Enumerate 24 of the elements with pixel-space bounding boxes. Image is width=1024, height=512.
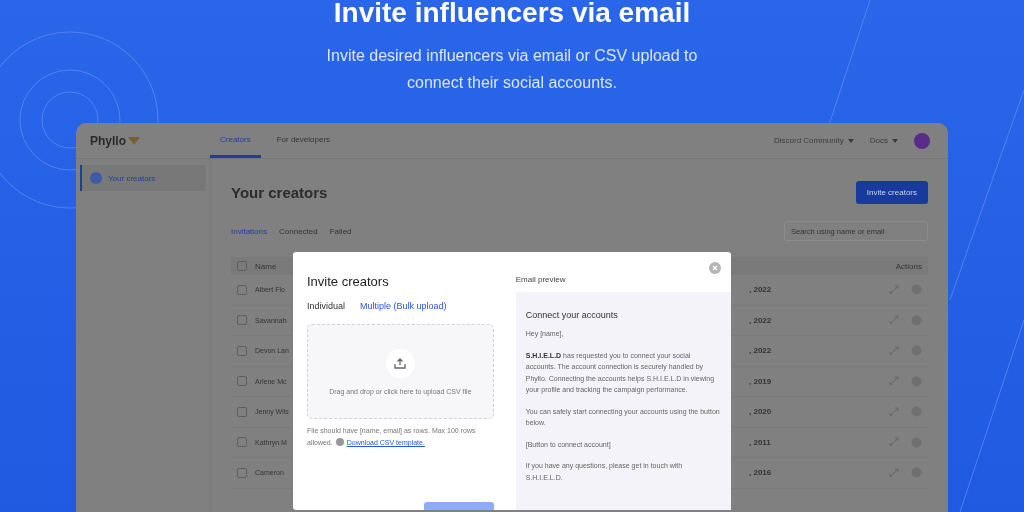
sub-tab[interactable]: Failed: [329, 226, 352, 236]
table-cell: , 2020: [749, 407, 772, 417]
table-cell: , 2011: [749, 437, 771, 447]
sub-tab[interactable]: Connected: [279, 226, 318, 236]
invite-button[interactable]: Invite creators: [855, 181, 928, 204]
table-cell: , 2016: [749, 468, 772, 478]
nav-tab[interactable]: Creators: [210, 123, 261, 158]
page-title: Your creators: [231, 184, 328, 201]
table-cell: , 2019: [749, 376, 772, 386]
hero-subtitle: Invite desired influencers via email or CSV upload to connect their social accounts.: [325, 46, 699, 93]
sub-tab[interactable]: Invitations: [231, 226, 268, 236]
hero-title: Invite influencers via email: [333, 0, 691, 30]
table-cell: , 2022: [749, 346, 772, 356]
email-heading: Connect your accounts: [525, 310, 619, 320]
logo[interactable]: Phyllo: [90, 133, 210, 148]
table-cell: , 2022: [749, 285, 772, 295]
sidebar-item[interactable]: Your creators: [80, 165, 206, 191]
preview-label: Email preview: [515, 275, 567, 284]
column-header: Actions: [895, 261, 922, 271]
table-cell: , 2022: [749, 315, 772, 325]
dialog-title: Invite creators: [307, 274, 390, 289]
column-header: Name: [255, 261, 277, 271]
dialog-tab[interactable]: Individual: [307, 301, 346, 311]
dialog-tab[interactable]: Multiple (Bulk upload): [360, 301, 447, 311]
